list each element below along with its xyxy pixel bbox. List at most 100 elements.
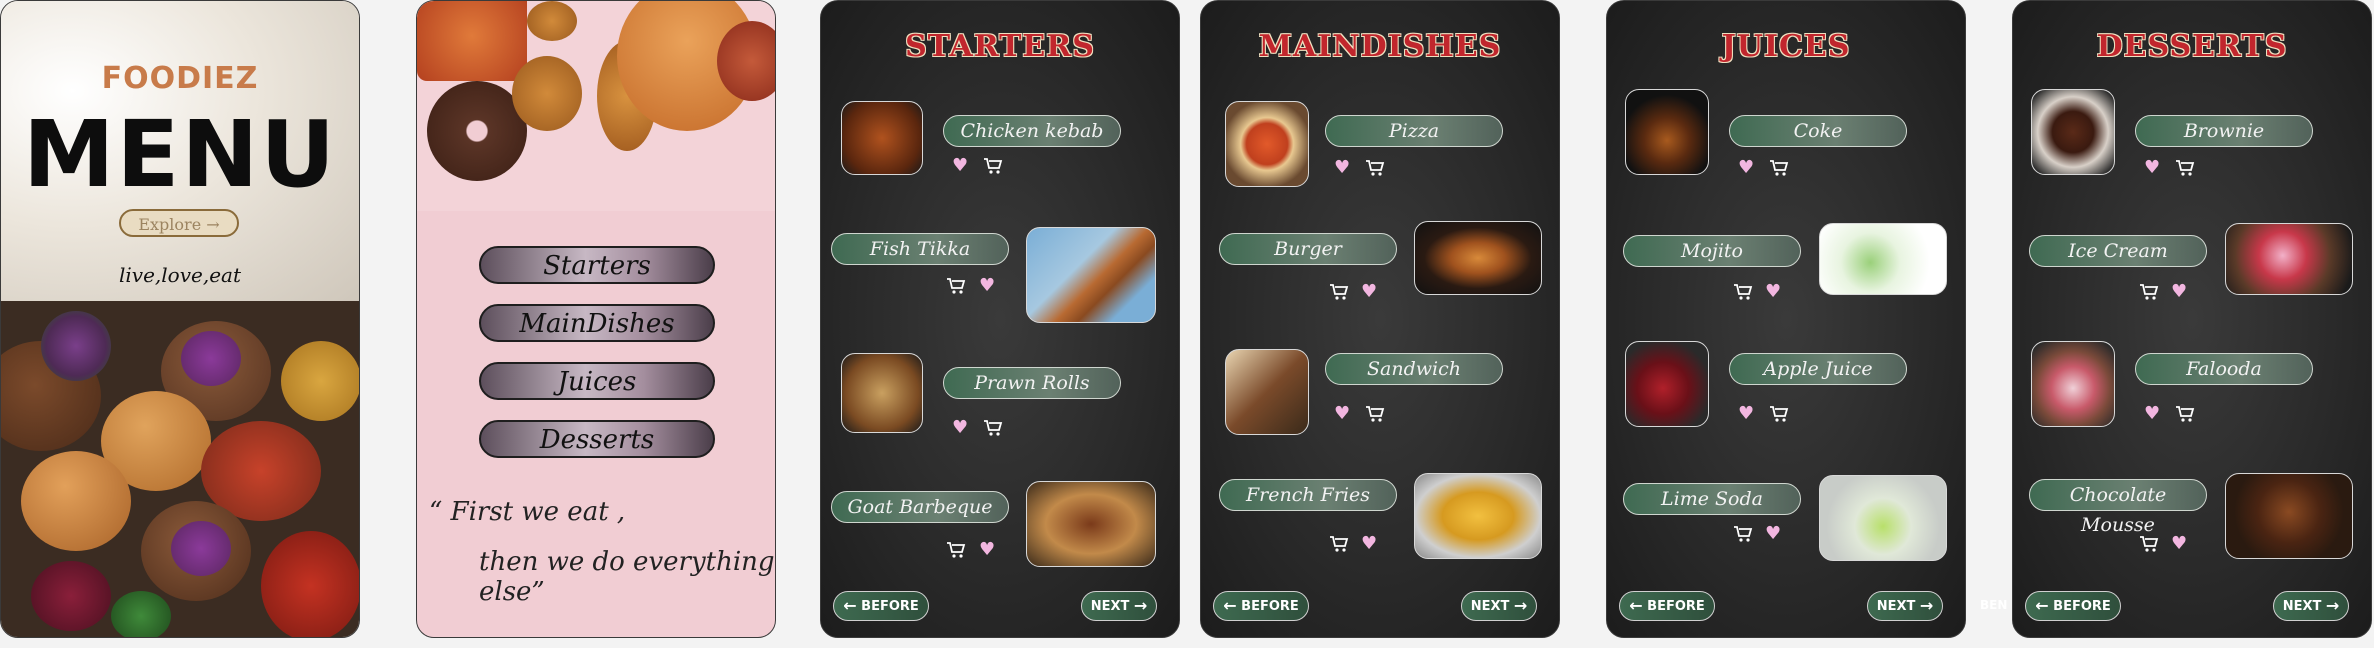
cart-icon[interactable]	[1329, 283, 1349, 301]
next-label: NEXT	[1876, 599, 1916, 614]
cart-icon[interactable]	[946, 541, 966, 559]
cart-icon[interactable]	[1365, 405, 1385, 423]
cart-icon[interactable]	[946, 277, 966, 295]
arrow-right-icon: →	[1513, 596, 1528, 615]
before-label: BEFORE	[861, 599, 919, 614]
brand-name: FOODIEZ	[101, 61, 259, 96]
item-goat-barbeque[interactable]: Goat Barbeque	[831, 491, 1009, 523]
intro-screen: FOODIEZ MENU Explore → live,love,eat	[0, 0, 360, 638]
starters-title: STARTERS	[905, 29, 1095, 64]
before-label: BEFORE	[1241, 599, 1299, 614]
heart-icon[interactable]: ♥	[2144, 405, 2160, 423]
cart-icon[interactable]	[1365, 159, 1385, 177]
arrow-right-icon: →	[1133, 596, 1148, 615]
cart-icon[interactable]	[2139, 535, 2159, 553]
heart-icon[interactable]: ♥	[952, 157, 968, 175]
before-button[interactable]: ← BEFORE	[2025, 591, 2121, 621]
item-french-fries[interactable]: French Fries	[1219, 479, 1397, 511]
item-chicken-kebab[interactable]: Chicken kebab	[943, 115, 1121, 147]
item-mojito[interactable]: Mojito	[1623, 235, 1801, 267]
heart-icon[interactable]: ♥	[1334, 159, 1350, 177]
maindishes-screen: MAINDISHES Pizza ♥ Burger ♥ Sandwich ♥ F…	[1200, 0, 1560, 638]
cart-icon[interactable]	[2175, 405, 2195, 423]
heart-icon[interactable]: ♥	[1738, 405, 1754, 423]
fish-tikka-image	[1026, 227, 1156, 323]
cart-icon[interactable]	[1769, 159, 1789, 177]
heart-icon[interactable]: ♥	[979, 541, 995, 559]
arrow-left-icon: ←	[1223, 596, 1237, 615]
prawn-rolls-image	[841, 353, 923, 433]
juices-title: JUICES	[1721, 29, 1851, 64]
desserts-title: DESSERTS	[2096, 29, 2288, 64]
falooda-image	[2031, 341, 2115, 427]
brownie-image	[2031, 89, 2115, 175]
cart-icon[interactable]	[983, 157, 1003, 175]
item-chocolate-mousse[interactable]: Chocolate Mousse	[2029, 479, 2207, 536]
cart-icon[interactable]	[1329, 535, 1349, 553]
before-button[interactable]: ← BEFORE	[1619, 591, 1715, 621]
quote-line-1: “ First we eat ,	[429, 497, 626, 527]
item-pizza[interactable]: Pizza	[1325, 115, 1503, 147]
cart-icon[interactable]	[2175, 159, 2195, 177]
arrow-left-icon: ←	[1629, 596, 1643, 615]
item-prawn-rolls[interactable]: Prawn Rolls	[943, 367, 1121, 399]
cart-icon[interactable]	[1733, 525, 1753, 543]
goat-barbeque-image	[1026, 481, 1156, 567]
next-button[interactable]: NEXT →	[2273, 591, 2349, 621]
chocolate-mousse-image	[2225, 473, 2353, 559]
pizza-image	[1225, 101, 1309, 187]
cart-icon[interactable]	[1769, 405, 1789, 423]
next-button[interactable]: NEXT →	[1081, 591, 1157, 621]
item-lime-soda[interactable]: Lime Soda	[1623, 483, 1801, 515]
apple-juice-image	[1625, 341, 1709, 427]
before-label: BEFORE	[2053, 599, 2111, 614]
before-label: BEFORE	[1647, 599, 1705, 614]
item-brownie[interactable]: Brownie	[2135, 115, 2313, 147]
burger-image	[1414, 221, 1542, 295]
item-apple-juice[interactable]: Apple Juice	[1729, 353, 1907, 385]
next-label: NEXT	[2282, 599, 2322, 614]
item-falooda[interactable]: Falooda	[2135, 353, 2313, 385]
heart-icon[interactable]: ♥	[2171, 283, 2187, 301]
chicken-kebab-image	[841, 101, 923, 175]
arrow-left-icon: ←	[843, 596, 857, 615]
before-button[interactable]: ← BEFORE	[833, 591, 929, 621]
item-coke[interactable]: Coke	[1729, 115, 1907, 147]
heart-icon[interactable]: ♥	[2144, 159, 2160, 177]
category-juices-button[interactable]: Juices	[479, 362, 715, 400]
item-burger[interactable]: Burger	[1219, 233, 1397, 265]
arrow-right-icon: →	[2325, 596, 2340, 615]
ice-cream-image	[2225, 223, 2353, 295]
heart-icon[interactable]: ♥	[2171, 535, 2187, 553]
sandwich-image	[1225, 349, 1309, 435]
heart-icon[interactable]: ♥	[1361, 535, 1377, 553]
lime-soda-image	[1819, 475, 1947, 561]
explore-button[interactable]: Explore →	[119, 209, 239, 237]
desserts-screen: DESSERTS Brownie ♥ Ice Cream ♥ Falooda ♥…	[2012, 0, 2372, 638]
item-ice-cream[interactable]: Ice Cream	[2029, 235, 2207, 267]
next-button[interactable]: NEXT →	[1867, 591, 1943, 621]
mojito-image	[1819, 223, 1947, 295]
cart-icon[interactable]	[1733, 283, 1753, 301]
heart-icon[interactable]: ♥	[979, 277, 995, 295]
category-desserts-button[interactable]: Desserts	[479, 420, 715, 458]
before-button[interactable]: ← BEFORE	[1213, 591, 1309, 621]
juices-screen: JUICES Coke ♥ Mojito ♥ Apple Juice ♥ Lim…	[1606, 0, 1966, 638]
category-maindishes-button[interactable]: MainDishes	[479, 304, 715, 342]
coke-image	[1625, 89, 1709, 175]
next-button[interactable]: NEXT →	[1461, 591, 1537, 621]
heart-icon[interactable]: ♥	[1765, 525, 1781, 543]
cart-icon[interactable]	[983, 419, 1003, 437]
partial-label: BEN	[1980, 598, 2008, 612]
item-fish-tikka[interactable]: Fish Tikka	[831, 233, 1009, 265]
categories-screen: Starters MainDishes Juices Desserts “ Fi…	[416, 0, 776, 638]
heart-icon[interactable]: ♥	[1361, 283, 1377, 301]
item-sandwich[interactable]: Sandwich	[1325, 353, 1503, 385]
category-starters-button[interactable]: Starters	[479, 246, 715, 284]
heart-icon[interactable]: ♥	[1765, 283, 1781, 301]
starters-screen: STARTERS Chicken kebab ♥ Fish Tikka ♥ Pr…	[820, 0, 1180, 638]
heart-icon[interactable]: ♥	[1334, 405, 1350, 423]
cart-icon[interactable]	[2139, 283, 2159, 301]
heart-icon[interactable]: ♥	[1738, 159, 1754, 177]
heart-icon[interactable]: ♥	[952, 419, 968, 437]
